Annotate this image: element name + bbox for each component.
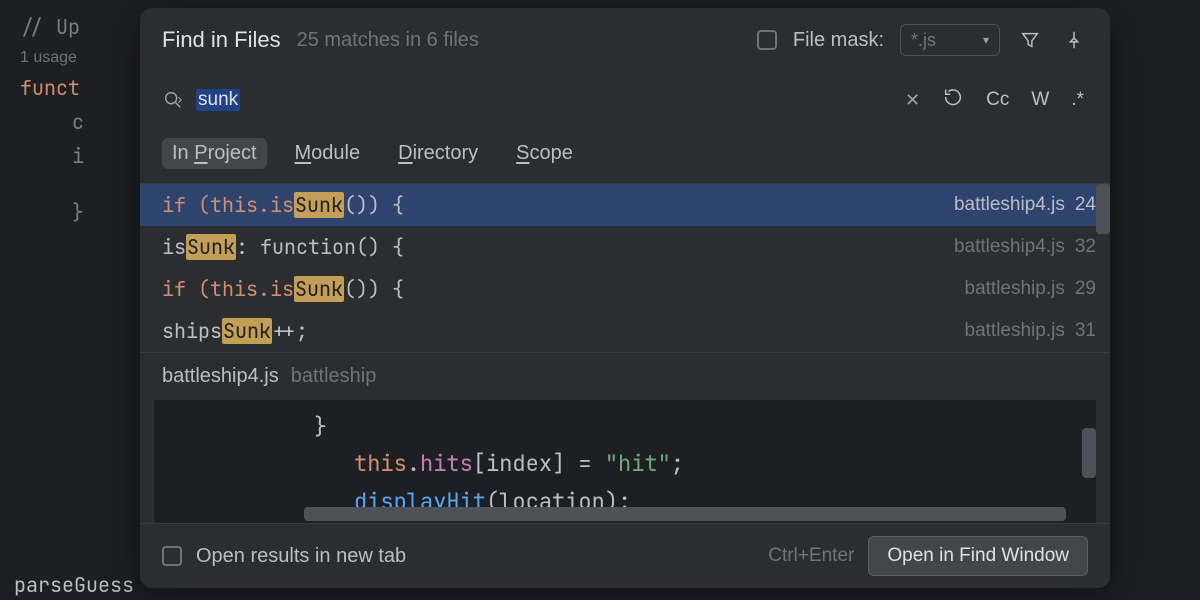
result-row[interactable]: if (this.isSunk()) { battleship.js29: [140, 268, 1110, 310]
preview-v-scrollbar[interactable]: [1082, 428, 1096, 478]
dialog-header: Find in Files 25 matches in 6 files File…: [140, 8, 1110, 76]
filemask-checkbox[interactable]: [757, 30, 777, 50]
open-in-find-window-button[interactable]: Open in Find Window: [868, 536, 1088, 576]
clear-search-icon[interactable]: ✕: [901, 88, 924, 113]
find-in-files-dialog: Find in Files 25 matches in 6 files File…: [140, 8, 1110, 588]
filemask-select[interactable]: *.js ▾: [900, 24, 1000, 56]
match-case-toggle[interactable]: Cc: [982, 87, 1013, 113]
dialog-footer: Open results in new tab Ctrl+Enter Open …: [140, 523, 1110, 588]
bg-bottom-symbol: parseGuess: [14, 572, 134, 598]
scope-tabs: In Project Module Directory Scope: [140, 134, 1110, 184]
regex-toggle[interactable]: .*: [1067, 87, 1088, 113]
filter-icon[interactable]: [1016, 26, 1044, 54]
preview-header: battleship4.js battleship: [140, 352, 1110, 394]
search-input[interactable]: sunk: [196, 89, 240, 111]
bg-func-kw: funct: [20, 75, 80, 101]
open-new-tab-label: Open results in new tab: [196, 545, 406, 568]
pin-icon[interactable]: [1060, 26, 1088, 54]
search-row: sunk ✕ Cc W .*: [140, 76, 1110, 134]
filemask-value: *.js: [911, 30, 936, 51]
results-list: if (this.isSunk()) { battleship4.js24 is…: [140, 184, 1110, 352]
tab-scope[interactable]: Scope: [506, 138, 583, 169]
preview-path: battleship: [291, 365, 377, 388]
tab-module[interactable]: Module: [285, 138, 371, 169]
preview-filename: battleship4.js: [162, 365, 279, 388]
search-icon[interactable]: [162, 89, 184, 111]
match-count: 25 matches in 6 files: [297, 29, 479, 52]
tab-directory[interactable]: Directory: [388, 138, 488, 169]
shortcut-hint: Ctrl+Enter: [768, 545, 854, 567]
history-icon[interactable]: [938, 84, 968, 116]
result-row[interactable]: if (this.isSunk()) { battleship4.js24: [140, 184, 1110, 226]
results-scrollbar[interactable]: [1096, 184, 1110, 234]
result-row[interactable]: isSunk: function() { battleship4.js32: [140, 226, 1110, 268]
chevron-down-icon: ▾: [983, 33, 989, 47]
result-row[interactable]: shipsSunk++; battleship.js31: [140, 310, 1110, 352]
preview-h-scrollbar[interactable]: [304, 507, 1066, 521]
filemask-label: File mask:: [793, 29, 884, 52]
whole-words-toggle[interactable]: W: [1027, 87, 1053, 113]
dialog-title: Find in Files: [162, 27, 281, 53]
preview-editor[interactable]: } this.hits[index] = "hit"; displayHit(l…: [154, 400, 1096, 523]
open-new-tab-checkbox[interactable]: [162, 546, 182, 566]
tab-in-project[interactable]: In Project: [162, 138, 267, 169]
